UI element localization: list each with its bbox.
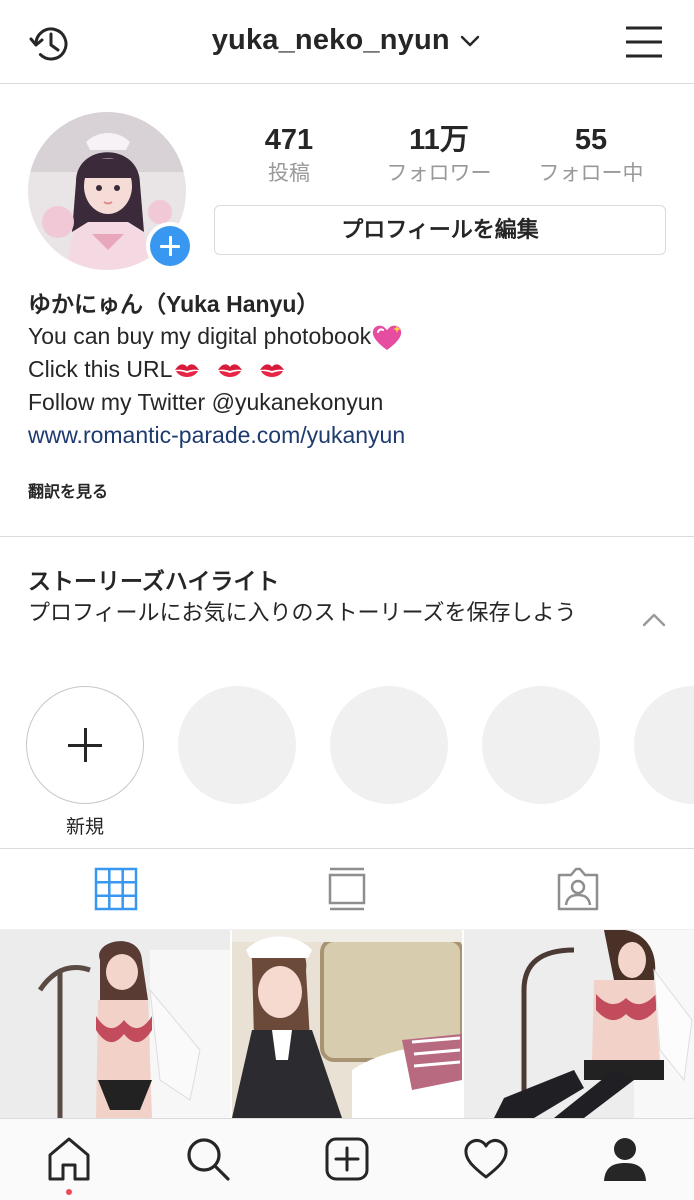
highlights-subtitle: プロフィールにお気に入りのストーリーズを保存しよう xyxy=(28,600,577,625)
posts-count: 471 xyxy=(264,124,314,156)
followers-label: フォロワー xyxy=(386,162,492,185)
feed-list-icon[interactable] xyxy=(323,865,371,913)
highlight-placeholder xyxy=(634,686,694,804)
bio-line: Click this URL xyxy=(28,353,668,386)
posts-label: 投稿 xyxy=(268,162,310,185)
followers-count: 11万 xyxy=(409,124,469,156)
tagged-person-icon[interactable] xyxy=(554,865,602,913)
bio-website-link[interactable]: www.romantic-parade.com/yukanyun xyxy=(28,419,668,452)
sparkling-heart-emoji-icon xyxy=(372,324,402,350)
highlights-title: ストーリーズハイライト xyxy=(28,568,280,594)
profile-view-tabs xyxy=(0,848,694,930)
search-icon[interactable] xyxy=(184,1135,232,1183)
new-post-icon[interactable] xyxy=(323,1135,371,1183)
profile-bio: ゆかにゅん（Yuka Hanyu） You can buy my digital… xyxy=(28,288,668,452)
chevron-down-icon xyxy=(461,35,480,46)
heart-icon[interactable] xyxy=(462,1135,510,1183)
top-bar: yuka_neko_nyun xyxy=(0,0,694,84)
post-thumbnail[interactable] xyxy=(0,930,230,1118)
highlight-placeholder xyxy=(330,686,448,804)
stat-followers[interactable]: 11万 フォロワー xyxy=(364,122,514,188)
following-count: 55 xyxy=(574,124,608,156)
edit-profile-button[interactable]: プロフィールを編集 xyxy=(214,205,666,255)
kiss-mark-emoji-icon xyxy=(175,364,200,377)
kiss-mark-emoji-icon xyxy=(217,364,242,377)
account-switcher[interactable]: yuka_neko_nyun xyxy=(0,24,694,57)
following-label: フォロー中 xyxy=(538,162,644,185)
grid-icon[interactable] xyxy=(92,865,140,913)
post-thumbnail[interactable] xyxy=(464,930,694,1118)
bio-line-text: Click this URL xyxy=(28,356,173,382)
hamburger-menu-icon[interactable] xyxy=(624,24,664,60)
new-highlight-button[interactable] xyxy=(26,686,144,804)
bio-line: You can buy my digital photobook xyxy=(28,320,668,353)
highlight-placeholder xyxy=(482,686,600,804)
stat-posts[interactable]: 471 投稿 xyxy=(214,122,364,188)
kiss-mark-emoji-icon xyxy=(260,364,285,377)
chevron-up-icon[interactable] xyxy=(640,608,668,632)
add-story-button[interactable] xyxy=(146,222,194,270)
section-divider xyxy=(0,536,694,537)
bottom-navigation xyxy=(0,1118,694,1200)
home-icon[interactable] xyxy=(45,1135,93,1183)
bio-line: Follow my Twitter @yukanekonyun xyxy=(28,389,384,415)
bio-line-text: You can buy my digital photobook xyxy=(28,323,372,349)
profile-username: yuka_neko_nyun xyxy=(211,24,450,56)
profile-icon[interactable] xyxy=(601,1135,649,1183)
post-thumbnail[interactable] xyxy=(232,930,462,1118)
display-name: ゆかにゅん（Yuka Hanyu） xyxy=(28,291,320,317)
stat-following[interactable]: 55 フォロー中 xyxy=(516,122,666,188)
see-translation-link[interactable]: 翻訳を見る xyxy=(28,478,108,502)
highlight-placeholder xyxy=(178,686,296,804)
post-grid xyxy=(0,930,694,1118)
new-highlight-label: 新規 xyxy=(65,817,104,838)
notification-dot xyxy=(66,1189,72,1195)
plus-circle-icon xyxy=(150,226,190,266)
